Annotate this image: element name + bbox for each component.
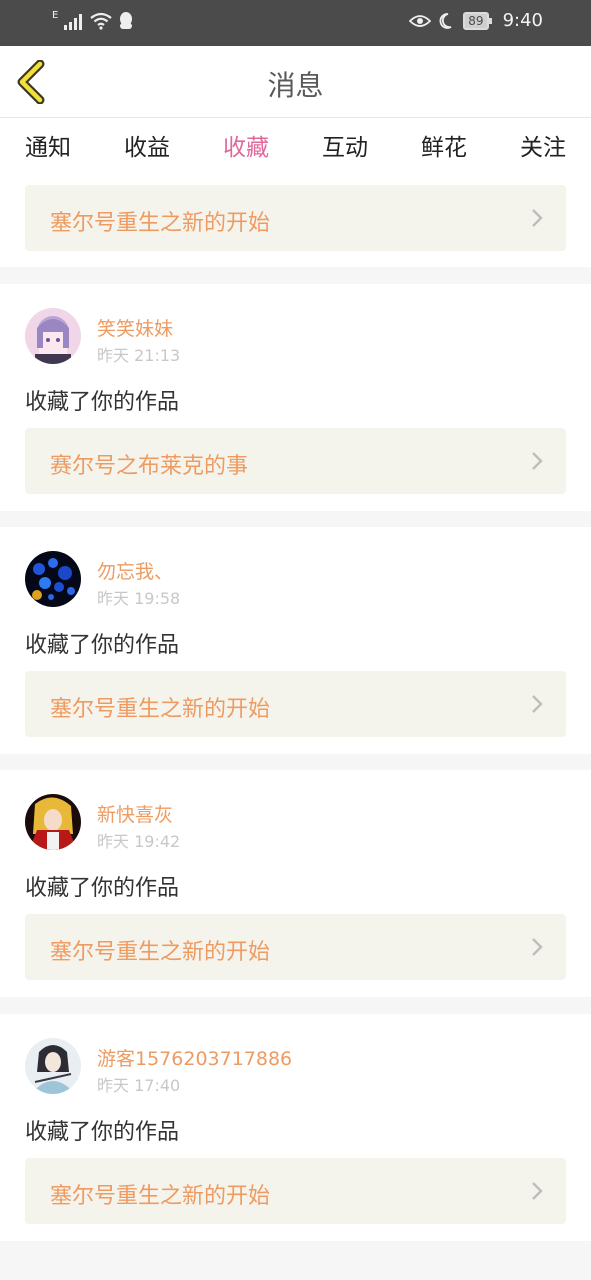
app-header: 消息 <box>0 46 591 118</box>
tab-follow[interactable]: 关注 <box>493 128 591 162</box>
work-title: 赛尔号之布莱克的事 <box>50 454 249 479</box>
chevron-right-icon <box>532 695 543 713</box>
work-link[interactable]: 塞尔号重生之新的开始 <box>25 1158 566 1224</box>
status-right: 89 9:40 <box>409 10 543 31</box>
action-text: 收藏了你的作品 <box>25 876 180 901</box>
timestamp: 昨天 19:58 <box>97 589 181 608</box>
work-link[interactable]: 赛尔号之布莱克的事 <box>25 428 566 494</box>
work-title: 塞尔号重生之新的开始 <box>50 1184 271 1209</box>
user-avatar-image <box>25 551 81 607</box>
eye-comfort-icon <box>409 14 432 27</box>
tab-favorites[interactable]: 收藏 <box>196 128 296 176</box>
qq-icon <box>120 12 133 29</box>
timestamp: 昨天 17:40 <box>97 1076 181 1095</box>
user-avatar-image <box>25 794 81 850</box>
username[interactable]: 笑笑妹妹 <box>97 314 173 341</box>
avatar[interactable] <box>25 794 81 850</box>
chevron-right-icon <box>532 209 543 227</box>
tab-notification[interactable]: 通知 <box>0 128 98 162</box>
username[interactable]: 游客1576203717886 <box>97 1044 292 1071</box>
work-title: 塞尔号重生之新的开始 <box>50 940 271 965</box>
avatar[interactable] <box>25 551 81 607</box>
list-item: 游客1576203717886 昨天 17:40 收藏了你的作品 塞尔号重生之新… <box>0 1014 591 1241</box>
status-left: E <box>52 9 134 30</box>
status-bar: E 89 9:40 <box>0 0 591 46</box>
timestamp: 昨天 19:42 <box>97 832 181 851</box>
action-text: 收藏了你的作品 <box>25 633 180 658</box>
list-item: 新快喜灰 昨天 19:42 收藏了你的作品 塞尔号重生之新的开始 <box>0 770 591 997</box>
battery-icon: 89 <box>463 11 492 30</box>
timestamp: 昨天 21:13 <box>97 346 181 365</box>
tab-earnings[interactable]: 收益 <box>97 128 197 162</box>
clock: 9:40 <box>502 10 543 31</box>
work-title: 塞尔号重生之新的开始 <box>50 697 271 722</box>
work-title: 塞尔号重生之新的开始 <box>50 211 271 236</box>
chevron-right-icon <box>532 452 543 470</box>
signal-icon <box>64 14 83 30</box>
chevron-right-icon <box>532 1182 543 1200</box>
tab-interaction[interactable]: 互动 <box>295 128 395 162</box>
tab-flowers[interactable]: 鲜花 <box>394 128 494 162</box>
network-type-label: E <box>52 9 59 21</box>
action-text: 收藏了你的作品 <box>25 1120 180 1145</box>
tab-bar: 通知 收益 收藏 互动 鲜花 关注 <box>0 118 591 176</box>
action-text: 收藏了你的作品 <box>25 390 180 415</box>
list-item: 勿忘我、 昨天 19:58 收藏了你的作品 塞尔号重生之新的开始 <box>0 527 591 754</box>
username[interactable]: 勿忘我、 <box>97 557 173 584</box>
list-item: 塞尔号重生之新的开始 <box>0 172 591 267</box>
username[interactable]: 新快喜灰 <box>97 800 173 827</box>
chevron-right-icon <box>532 938 543 956</box>
page-title: 消息 <box>267 69 324 102</box>
user-avatar-image <box>25 1038 81 1094</box>
avatar[interactable] <box>25 1038 81 1094</box>
work-link[interactable]: 塞尔号重生之新的开始 <box>25 914 566 980</box>
moon-icon <box>439 12 452 29</box>
list-item: 笑笑妹妹 昨天 21:13 收藏了你的作品 赛尔号之布莱克的事 <box>0 284 591 511</box>
work-link[interactable]: 塞尔号重生之新的开始 <box>25 671 566 737</box>
user-avatar-image <box>25 308 81 364</box>
avatar[interactable] <box>25 308 81 364</box>
wifi-icon <box>90 12 113 30</box>
work-link[interactable]: 塞尔号重生之新的开始 <box>25 185 566 251</box>
